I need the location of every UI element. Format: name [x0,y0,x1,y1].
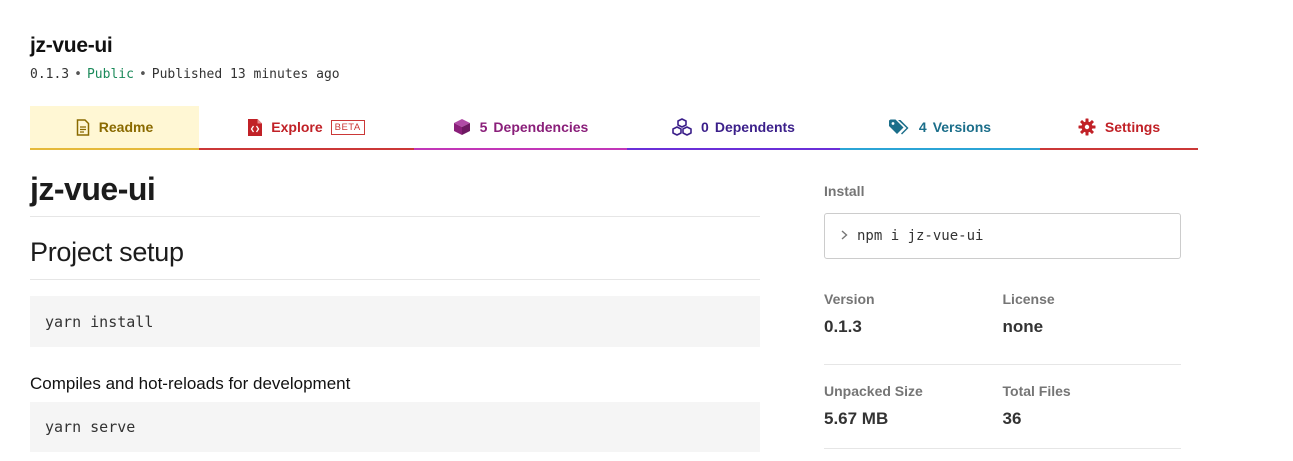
tab-dependents-label: Dependents [714,119,795,135]
gear-icon [1078,118,1096,136]
license-label: License [1002,291,1055,307]
total-files-value: 36 [1002,409,1022,428]
tab-explore-label: Explore [271,119,323,135]
tab-versions-label: Versions [932,119,992,135]
dependencies-count: 5 [479,119,488,135]
version-value: 0.1.3 [824,317,862,336]
tab-settings-label: Settings [1104,119,1161,135]
beta-badge: BETA [330,119,365,135]
install-command: npm i jz-vue-ui [857,228,984,244]
readme-heading-compiles: Compiles and hot-reloads for development [30,374,351,393]
version-label: Version [824,291,875,307]
readme-heading-project-setup: Project setup [30,235,760,280]
stat-total-files: Total Files 36 [1003,383,1182,448]
tab-readme[interactable]: Readme [30,106,199,150]
tab-readme-label: Readme [98,119,154,135]
package-header: jz-vue-ui 0.1.3 • Public • Published 13 minu… [30,34,340,82]
tags-icon [888,119,910,135]
package-meta: 0.1.3 • Public • Published 13 minutes ago [30,67,340,82]
stat-unpacked-size: Unpacked Size 5.67 MB [824,383,1003,448]
tab-dependencies[interactable]: 5 Dependencies [414,106,627,150]
package-tabs: Readme Explore BETA 5 Dependencies 0 Dep… [30,106,1198,150]
readme-title: jz-vue-ui [30,170,760,217]
stat-version: Version 0.1.3 [824,291,1003,364]
tab-dependents[interactable]: 0 Dependents [627,106,840,150]
stat-license: License none [1003,291,1182,364]
dependents-count: 0 [701,119,709,135]
tab-versions[interactable]: 4 Versions [840,106,1040,150]
tab-explore[interactable]: Explore BETA [199,106,414,150]
visibility-badge: Public [86,67,134,82]
file-code-icon [248,118,263,136]
unpacked-size-value: 5.67 MB [824,409,889,428]
meta-separator: • [74,67,82,82]
license-value: none [1002,317,1044,336]
code-serve-text: yarn serve [45,418,136,436]
published-time: Published 13 minutes ago [151,67,340,82]
meta-separator: • [138,67,147,82]
document-icon [76,118,90,136]
box-icon [453,118,471,136]
versions-count: 4 [918,119,927,135]
package-version: 0.1.3 [30,67,70,82]
tab-dependencies-label: Dependencies [493,119,589,135]
total-files-label: Total Files [1002,383,1071,399]
stats-row-version-license: Version 0.1.3 License none [824,291,1181,365]
package-sidebar: Install npm i jz-vue-ui Version 0.1.3 Li… [824,183,1181,449]
code-block-serve: yarn serve [30,402,760,452]
chevron-right-icon [841,228,848,244]
code-block-install: yarn install [30,296,760,347]
package-title: jz-vue-ui [30,34,113,57]
stats-row-size-files: Unpacked Size 5.67 MB Total Files 36 [824,383,1181,449]
readme-content: jz-vue-ui Project setup yarn install Com… [30,170,760,452]
install-command-box[interactable]: npm i jz-vue-ui [824,213,1181,259]
tab-settings[interactable]: Settings [1040,106,1198,150]
boxes-icon [672,118,692,136]
unpacked-size-label: Unpacked Size [824,383,923,399]
code-install-text: yarn install [45,312,154,331]
install-label: Install [824,183,865,199]
